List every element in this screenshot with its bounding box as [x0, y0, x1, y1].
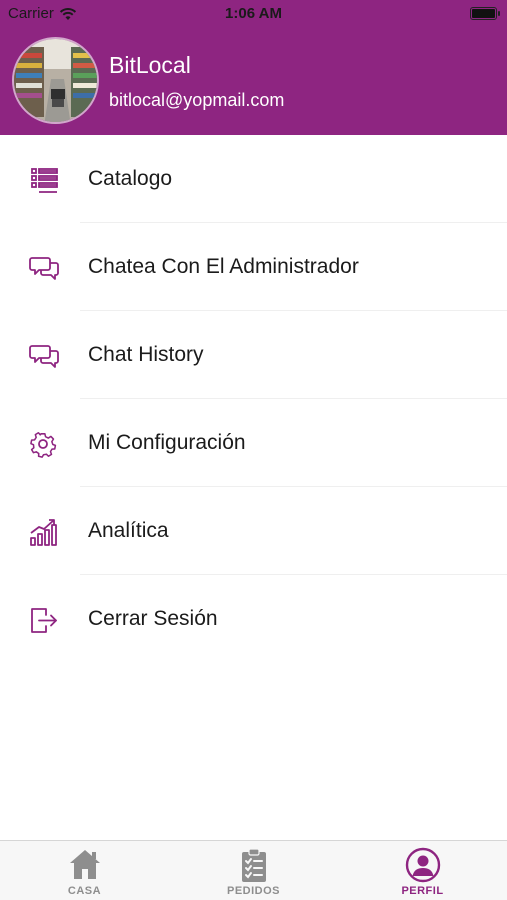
profile-header: Carrier 1:06 AM BitLocal bitlocal@yopmai…	[0, 0, 507, 135]
tab-label: PEDIDOS	[226, 885, 280, 897]
menu-item-catalogo[interactable]: Catalogo	[0, 135, 507, 223]
menu-item-chat-admin[interactable]: Chatea Con El Administrador	[0, 223, 507, 311]
menu-item-label: Catalogo	[88, 167, 173, 190]
menu-item-label: Chat History	[88, 343, 204, 366]
avatar[interactable]	[12, 37, 99, 124]
menu-item-logout[interactable]: Cerrar Sesión	[0, 575, 507, 663]
user-name: BitLocal	[109, 52, 191, 78]
tab-perfil[interactable]: PERFIL	[338, 841, 507, 900]
tab-casa[interactable]: CASA	[0, 841, 169, 900]
profile-icon	[405, 847, 441, 883]
gear-icon	[30, 432, 57, 458]
menu-item-label: Analítica	[88, 519, 169, 542]
menu-item-label: Mi Configuración	[88, 431, 246, 454]
chat-bubbles-icon	[29, 345, 59, 368]
tab-pedidos[interactable]: PEDIDOS	[169, 841, 338, 900]
tab-label: CASA	[67, 885, 102, 897]
clipboard-icon	[242, 848, 266, 882]
status-bar: Carrier 1:06 AM	[0, 0, 507, 28]
tab-label: PERFIL	[401, 885, 444, 897]
menu-item-label: Cerrar Sesión	[88, 607, 218, 630]
list-icon	[31, 168, 58, 193]
analytics-chart-icon	[30, 519, 57, 546]
menu-item-settings[interactable]: Mi Configuración	[0, 399, 507, 487]
battery-icon	[470, 7, 500, 20]
user-email: bitlocal@yopmail.com	[109, 90, 285, 110]
menu-item-analytics[interactable]: Analítica	[0, 487, 507, 575]
menu-item-label: Chatea Con El Administrador	[88, 255, 359, 278]
profile-menu: Catalogo Chatea Con El Administrador Cha…	[0, 135, 507, 663]
status-time: 1:06 AM	[225, 5, 282, 22]
tab-bar: CASA PEDIDOS PERFIL	[0, 840, 507, 900]
chat-bubbles-icon	[29, 257, 59, 280]
menu-item-chat-history[interactable]: Chat History	[0, 311, 507, 399]
logout-icon	[31, 608, 57, 633]
home-icon	[70, 850, 100, 879]
